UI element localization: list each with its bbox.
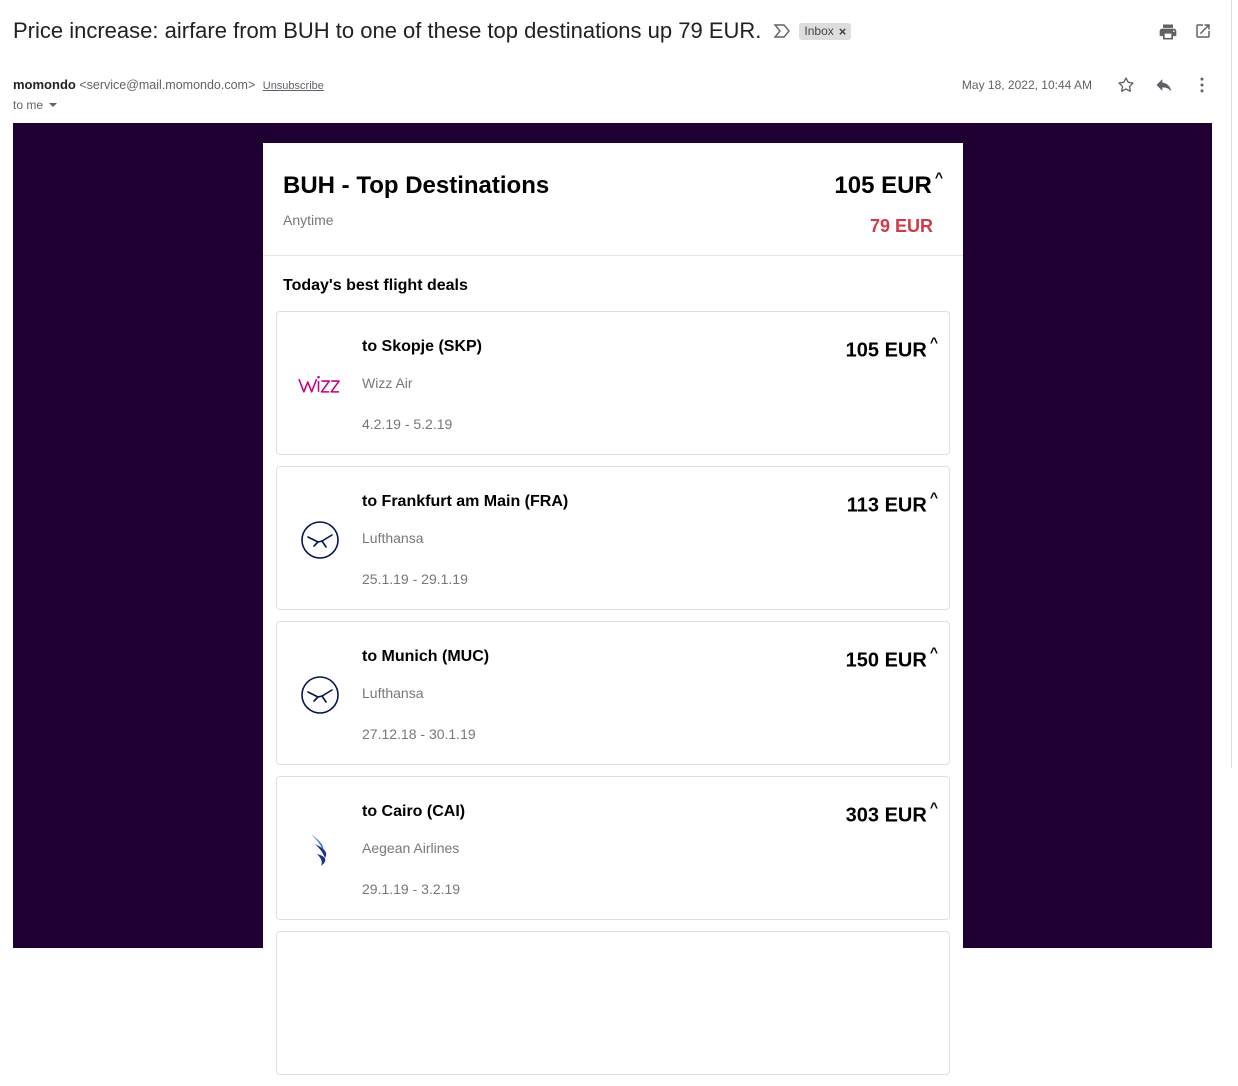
- deal-airline: Lufthansa: [362, 685, 424, 701]
- alert-old-price: 79 EUR: [869, 216, 933, 236]
- recipient-row[interactable]: to me: [13, 98, 58, 112]
- lufthansa-logo: [297, 517, 342, 562]
- open-new-window-icon[interactable]: [1194, 22, 1212, 42]
- star-icon[interactable]: [1116, 75, 1136, 95]
- deal-price-value: 113 EUR: [846, 494, 927, 517]
- price-alert-card: BUH - Top Destinations Anytime 105 EUR ^ …: [263, 143, 963, 1075]
- deal-airline: Lufthansa: [362, 530, 424, 546]
- chevron-down-icon[interactable]: [49, 103, 58, 107]
- alert-price: 105 EUR ^: [834, 169, 943, 200]
- price-up-arrow-icon: ^: [929, 799, 938, 815]
- deal-airline: Wizz Air: [362, 375, 413, 391]
- important-marker-icon[interactable]: [773, 24, 791, 38]
- aegean-logo: [297, 827, 342, 872]
- deal-destination[interactable]: to Cairo (CAI): [362, 803, 465, 821]
- deal-price: 113 EUR ^: [846, 489, 938, 518]
- email-subject: Price increase: airfare from BUH to one …: [13, 18, 762, 43]
- deal-destination[interactable]: to Frankfurt am Main (FRA): [362, 493, 568, 511]
- deal-price: 150 EUR ^: [845, 644, 938, 673]
- deal-dates: 4.2.19 - 5.2.19: [362, 416, 453, 432]
- deal-price: 303 EUR ^: [845, 799, 938, 828]
- deal-destination[interactable]: to Skopje (SKP): [362, 338, 482, 356]
- deal-card[interactable]: to Cairo (CAI) Aegean Airlines 29.1.19 -…: [276, 776, 950, 920]
- deal-price: 105 EUR ^: [845, 334, 938, 363]
- sender-row: momondo <service@mail.momondo.com> Unsub…: [13, 77, 324, 92]
- deals-list: to Skopje (SKP) Wizz Air 4.2.19 - 5.2.19…: [276, 311, 950, 1086]
- alert-price-value: 105 EUR: [834, 172, 932, 199]
- print-icon[interactable]: [1158, 22, 1178, 42]
- deals-section-title: Today's best flight deals: [283, 277, 468, 294]
- deal-destination[interactable]: to Munich (MUC): [362, 648, 489, 666]
- sender-email: <service@mail.momondo.com>: [79, 78, 256, 92]
- deal-dates: 27.12.18 - 30.1.19: [362, 726, 476, 742]
- deal-card[interactable]: to Frankfurt am Main (FRA) Lufthansa 25.…: [276, 466, 950, 610]
- top-actions: [1158, 22, 1212, 42]
- scrollbar[interactable]: [1231, 0, 1238, 768]
- deal-dates: 25.1.19 - 29.1.19: [362, 571, 468, 587]
- alert-subtitle: Anytime: [283, 212, 334, 228]
- deal-card[interactable]: to Skopje (SKP) Wizz Air 4.2.19 - 5.2.19…: [276, 311, 950, 455]
- inbox-label: Inbox: [804, 24, 834, 38]
- alert-header: BUH - Top Destinations Anytime 105 EUR ^ …: [263, 143, 963, 256]
- subject-row: Price increase: airfare from BUH to one …: [13, 18, 852, 44]
- message-actions: [1116, 75, 1212, 95]
- deal-price-value: 105 EUR: [845, 339, 927, 362]
- deal-dates: 29.1.19 - 3.2.19: [362, 881, 461, 897]
- more-vert-icon[interactable]: [1192, 75, 1212, 95]
- deal-price-value: 303 EUR: [845, 804, 927, 827]
- price-up-arrow-icon: ^: [934, 169, 943, 185]
- wizz-air-logo: [297, 362, 342, 407]
- email-date: May 18, 2022, 10:44 AM: [961, 78, 1092, 92]
- deal-price-value: 150 EUR: [845, 649, 927, 672]
- remove-label-icon[interactable]: ×: [839, 24, 847, 39]
- deal-card[interactable]: to Munich (MUC) Lufthansa 27.12.18 - 30.…: [276, 621, 950, 765]
- price-up-arrow-icon: ^: [929, 334, 938, 350]
- lufthansa-logo: [297, 672, 342, 717]
- alert-title[interactable]: BUH - Top Destinations: [283, 172, 549, 200]
- price-up-arrow-icon: ^: [929, 489, 938, 505]
- deal-card[interactable]: [276, 931, 950, 1075]
- deal-airline: Aegean Airlines: [362, 840, 460, 856]
- inbox-label-chip: Inbox ×: [799, 22, 852, 40]
- sender-name[interactable]: momondo: [13, 77, 76, 92]
- recipient-label: to me: [13, 98, 44, 112]
- unsubscribe-link[interactable]: Unsubscribe: [263, 80, 324, 92]
- email-body-canvas: BUH - Top Destinations Anytime 105 EUR ^ …: [13, 123, 1212, 1075]
- price-up-arrow-icon: ^: [929, 644, 938, 660]
- reply-icon[interactable]: [1154, 75, 1174, 95]
